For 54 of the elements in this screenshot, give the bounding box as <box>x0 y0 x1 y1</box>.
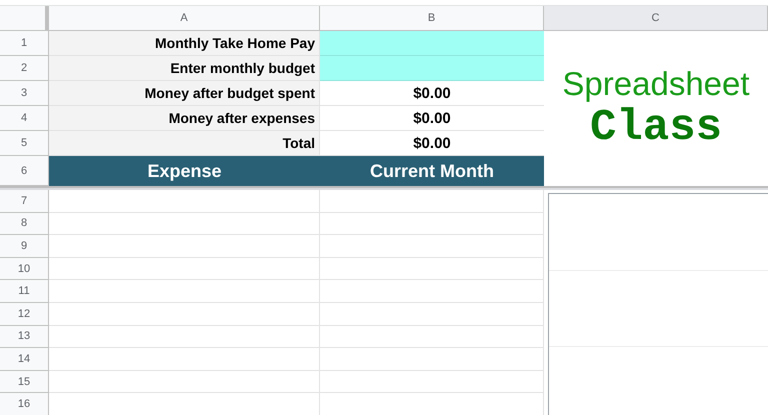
table-cell[interactable] <box>49 326 320 348</box>
table-cell[interactable] <box>320 302 544 326</box>
row-label: Monthly Take Home Pay <box>154 35 315 51</box>
table-header-cell: Current Month <box>320 156 544 186</box>
value-text: $0.00 <box>413 134 451 152</box>
logo-text: Class <box>590 106 722 150</box>
row-number[interactable]: 6 <box>0 156 49 186</box>
table-cell[interactable] <box>49 212 320 236</box>
column-header[interactable]: B <box>320 6 544 31</box>
row-number[interactable]: 7 <box>0 190 49 213</box>
row-number[interactable]: 4 <box>0 106 49 131</box>
row-number[interactable]: 5 <box>0 131 49 156</box>
select-all-corner[interactable] <box>0 6 49 31</box>
row-label: Money after expenses <box>168 110 315 126</box>
embedded-object-panel[interactable] <box>548 193 768 415</box>
row-number[interactable]: 16 <box>0 393 49 415</box>
table-cell[interactable] <box>49 258 320 280</box>
table-cell[interactable] <box>49 235 320 258</box>
column-header[interactable]: C <box>544 6 768 31</box>
table-cell[interactable] <box>320 370 544 394</box>
table-cell[interactable] <box>49 190 320 213</box>
table-cell[interactable] <box>49 302 320 326</box>
input-cell[interactable] <box>320 56 544 81</box>
row-number[interactable]: 2 <box>0 56 49 81</box>
freeze-bar[interactable] <box>0 186 768 190</box>
table-cell[interactable] <box>320 348 544 371</box>
table-cell[interactable] <box>320 280 544 303</box>
row-number[interactable]: 14 <box>0 348 49 371</box>
input-cell[interactable] <box>320 31 544 56</box>
column-header[interactable]: A <box>49 6 320 31</box>
row-number[interactable]: 12 <box>0 302 49 326</box>
table-cell[interactable] <box>49 280 320 303</box>
row-number[interactable]: 10 <box>0 258 49 280</box>
logo-text: Spreadsheet <box>562 67 750 100</box>
row-number[interactable]: 13 <box>0 326 49 348</box>
table-cell[interactable] <box>49 348 320 371</box>
row-label: Enter monthly budget <box>170 60 315 76</box>
table-cell[interactable] <box>320 235 544 258</box>
table-cell[interactable] <box>49 370 320 394</box>
row-number[interactable]: 3 <box>0 81 49 106</box>
table-cell[interactable] <box>320 258 544 280</box>
table-header-cell: Expense <box>49 156 320 186</box>
value-text: $0.00 <box>413 84 451 102</box>
table-cell[interactable] <box>320 326 544 348</box>
table-cell[interactable] <box>320 212 544 236</box>
table-cell[interactable] <box>320 190 544 213</box>
row-number[interactable]: 1 <box>0 31 49 56</box>
row-label: Total <box>282 135 315 151</box>
row-label: Money after budget spent <box>144 85 315 101</box>
row-number[interactable]: 9 <box>0 235 49 258</box>
row-number[interactable]: 15 <box>0 370 49 394</box>
row-number[interactable]: 11 <box>0 280 49 303</box>
value-text: $0.00 <box>413 110 451 126</box>
row-number[interactable]: 8 <box>0 212 49 236</box>
